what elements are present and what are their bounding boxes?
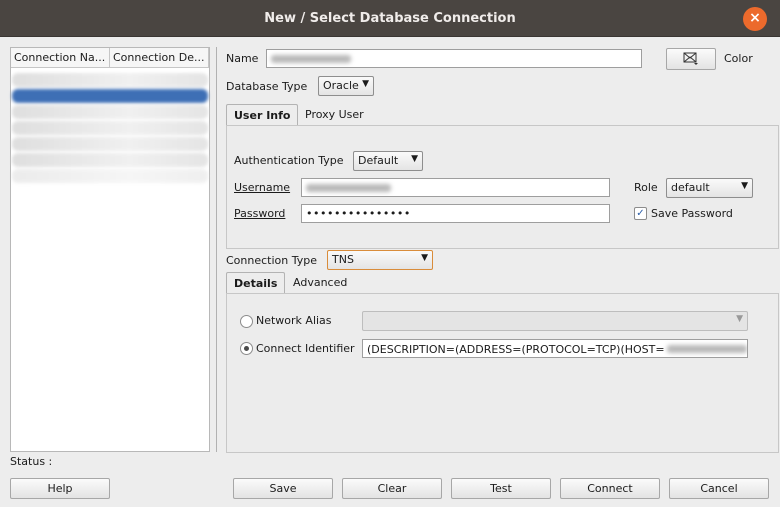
save-password-label: Save Password — [651, 207, 733, 220]
database-type-label: Database Type — [226, 80, 308, 93]
close-button[interactable]: × — [743, 7, 767, 31]
help-button[interactable]: Help — [10, 478, 110, 499]
status-label: Status : — [10, 455, 53, 468]
table-row[interactable] — [12, 121, 208, 135]
color-picker-button[interactable] — [666, 48, 716, 70]
host-value-redacted — [666, 345, 747, 353]
connections-table[interactable]: Connection Na... Connection De... — [10, 47, 210, 452]
name-field[interactable] — [266, 49, 642, 68]
username-field[interactable] — [301, 178, 610, 197]
tab-advanced[interactable]: Advanced — [286, 272, 354, 294]
save-password-checkbox[interactable]: ✓ — [634, 207, 647, 220]
title-bar: New / Select Database Connection × — [0, 0, 780, 37]
dialog-body: Connection Na... Connection De... Name C… — [0, 38, 780, 507]
connect-identifier-field[interactable]: (DESCRIPTION=(ADDRESS=(PROTOCOL=TCP)(HOS… — [362, 339, 748, 358]
name-label: Name — [226, 52, 259, 65]
connect-identifier-label: Connect Identifier — [256, 342, 355, 355]
save-button[interactable]: Save — [233, 478, 333, 499]
password-field[interactable]: ••••••••••••••• — [301, 204, 610, 223]
connect-identifier-value: (DESCRIPTION=(ADDRESS=(PROTOCOL=TCP)(HOS… — [367, 343, 665, 356]
network-alias-label: Network Alias — [256, 314, 332, 327]
tab-details[interactable]: Details — [226, 272, 286, 294]
password-label-text: Password — [234, 207, 286, 220]
cancel-button[interactable]: Cancel — [669, 478, 769, 499]
color-label: Color — [724, 52, 753, 65]
database-type-value: Oracle — [323, 79, 359, 92]
network-alias-radio[interactable] — [240, 315, 253, 328]
table-row[interactable] — [12, 137, 208, 151]
username-label: Username — [234, 181, 290, 194]
role-value: default — [671, 181, 710, 194]
connection-type-label: Connection Type — [226, 254, 318, 267]
tab-user-info[interactable]: User Info — [226, 104, 299, 126]
role-select[interactable]: default ▼ — [666, 178, 753, 198]
dropdown-arrow-icon: ▼ — [411, 154, 418, 164]
connect-button[interactable]: Connect — [560, 478, 660, 499]
table-row[interactable] — [12, 169, 208, 183]
connect-identifier-radio[interactable] — [240, 342, 253, 355]
dropdown-arrow-icon: ▼ — [736, 314, 743, 324]
authentication-type-value: Default — [358, 154, 399, 167]
database-type-select[interactable]: Oracle ▼ — [318, 76, 374, 96]
connections-table-header: Connection Na... Connection De... — [11, 48, 209, 68]
authentication-type-label: Authentication Type — [234, 154, 344, 167]
dropdown-arrow-icon: ▼ — [362, 79, 369, 89]
username-label-text: Username — [234, 181, 291, 194]
username-value-redacted — [306, 184, 391, 192]
dropdown-arrow-icon: ▼ — [421, 253, 428, 263]
table-row[interactable] — [12, 105, 208, 119]
connection-type-select[interactable]: TNS ▼ — [327, 250, 433, 270]
table-row[interactable] — [12, 153, 208, 167]
column-header-connection-details[interactable]: Connection De... — [110, 48, 209, 67]
column-header-connection-name[interactable]: Connection Na... — [11, 48, 110, 67]
role-label: Role — [634, 181, 658, 194]
dropdown-arrow-icon: ▼ — [741, 181, 748, 191]
clear-button[interactable]: Clear — [342, 478, 442, 499]
tab-proxy-user[interactable]: Proxy User — [298, 104, 371, 126]
password-label: Password — [234, 207, 285, 220]
network-alias-select[interactable]: ▼ — [362, 311, 748, 331]
split-pane-divider[interactable] — [216, 47, 217, 452]
name-value-redacted — [271, 55, 351, 63]
authentication-type-select[interactable]: Default ▼ — [353, 151, 423, 171]
table-row-selected[interactable] — [12, 89, 208, 103]
window-title: New / Select Database Connection — [264, 11, 516, 26]
envelope-icon — [683, 52, 698, 65]
test-button[interactable]: Test — [451, 478, 551, 499]
table-row[interactable] — [12, 73, 208, 87]
connection-type-value: TNS — [332, 253, 354, 266]
